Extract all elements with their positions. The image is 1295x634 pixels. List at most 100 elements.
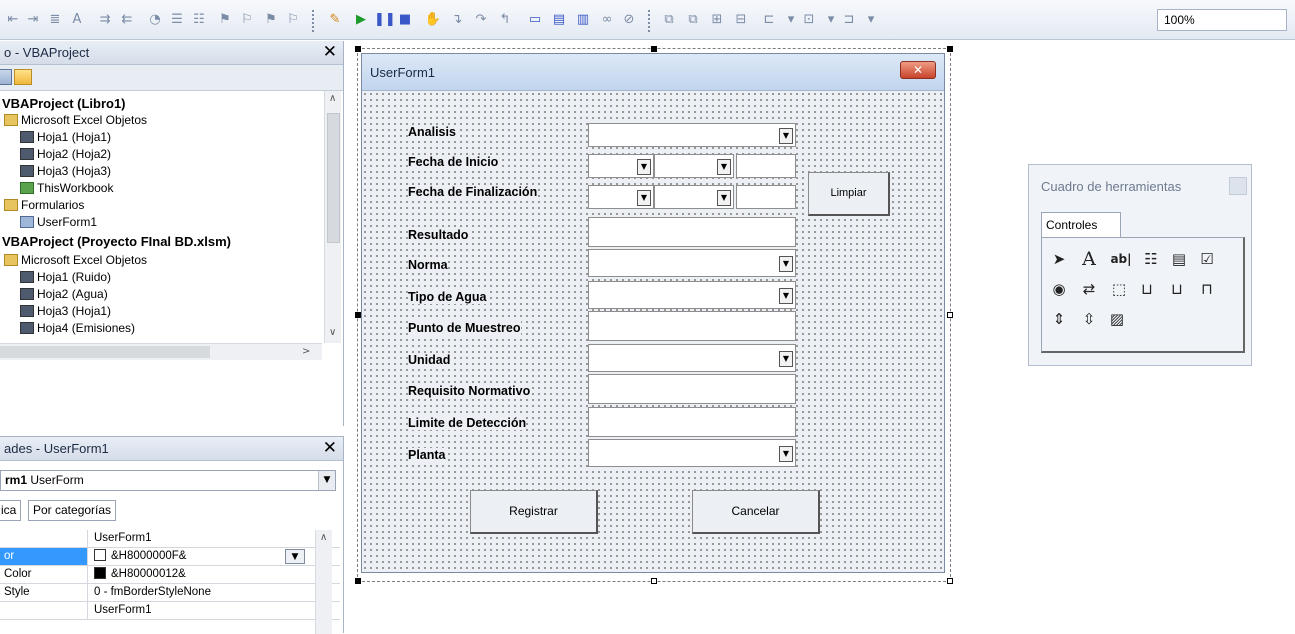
vertical-scrollbar[interactable]: ∧ ∨ [324,91,341,343]
run-icon[interactable]: ▶ [352,11,370,29]
toolbar-grip[interactable] [648,10,653,32]
step-into-icon[interactable]: ↴ [448,11,466,29]
resize-handle[interactable] [355,46,361,52]
stop-icon[interactable]: ■ [396,11,414,29]
tab-categorized[interactable]: Por categorías [28,500,117,521]
resize-handle[interactable] [947,312,953,318]
property-row[interactable]: or &H8000000F& ▼ [0,548,340,566]
bring-to-front-icon[interactable]: ⧉ [660,11,678,29]
chevron-down-icon[interactable]: ▾ [782,11,800,29]
combo-planta[interactable]: ▼ [588,439,796,467]
pause-icon[interactable]: ❚❚ [374,11,396,29]
indent-block-icon[interactable]: ⇉ [96,11,114,29]
image-tool-icon[interactable]: ▨ [1106,308,1128,330]
commandbutton-tool-icon[interactable]: ⊔ [1136,278,1158,300]
watch-window-icon[interactable]: ▥ [574,11,592,29]
scroll-right-icon[interactable]: > [302,346,310,357]
property-value[interactable]: &H80000012& [90,566,312,583]
comment-block-icon[interactable]: ☰ [168,11,186,29]
select-objects-icon[interactable]: ➤ [1048,248,1070,270]
breakpoint-icon[interactable]: ✋ [424,11,442,29]
tree-item[interactable]: Hoja3 (Hoja1) [20,303,111,320]
userform-window[interactable]: UserForm1 ✕ Analisis ▼ Fecha de Inicio ▼… [361,53,945,573]
tree-item[interactable]: Hoja4 (Emisiones) [20,320,135,337]
tree-item[interactable]: Hoja2 (Hoja2) [20,146,111,163]
tabstrip-tool-icon[interactable]: ⊔ [1166,278,1188,300]
close-icon[interactable]: ✕ [323,42,337,62]
tree-item[interactable]: Microsoft Excel Objetos [4,252,147,269]
chevron-down-icon[interactable]: ▾ [822,11,840,29]
registrar-button[interactable]: Registrar [470,490,598,534]
input-ano-fin[interactable] [736,185,796,209]
optionbutton-tool-icon[interactable]: ◉ [1048,278,1070,300]
chevron-down-icon[interactable]: ▼ [637,190,651,206]
frame-tool-icon[interactable]: ⬚ [1108,278,1130,300]
chevron-down-icon[interactable]: ▼ [318,471,335,490]
combo-analisis[interactable]: ▼ [588,123,796,147]
close-icon[interactable]: ✕ [323,438,337,458]
combobox-tool-icon[interactable]: ☷ [1140,248,1162,270]
togglebutton-tool-icon[interactable]: ⇄ [1078,278,1100,300]
combo-unidad[interactable]: ▼ [588,344,796,372]
tree-item[interactable]: Hoja1 (Hoja1) [20,129,111,146]
tree-item[interactable]: Hoja2 (Agua) [20,286,108,303]
tree-item[interactable]: ThisWorkbook [20,180,113,197]
align-icon[interactable]: ⊏ [760,11,778,29]
resize-handle[interactable] [947,46,953,52]
locals-window-icon[interactable]: ▭ [526,11,544,29]
cancelar-button[interactable]: Cancelar [692,490,820,534]
combo-dia-fin[interactable]: ▼ [588,185,654,209]
resize-handle[interactable] [355,578,361,584]
listbox-tool-icon[interactable]: ▤ [1168,248,1190,270]
view-object-button[interactable] [0,69,12,85]
tree-item[interactable]: Microsoft Excel Objetos [4,112,147,129]
property-row[interactable]: UserForm1 [0,530,340,548]
object-selector[interactable]: rm1 UserForm ▼ [0,470,336,491]
scroll-thumb[interactable] [0,346,210,358]
uncomment-block-icon[interactable]: ☷ [190,11,208,29]
next-bookmark-icon[interactable]: ⚐ [238,11,256,29]
ungroup-icon[interactable]: ⊟ [732,11,750,29]
chevron-down-icon[interactable]: ▼ [779,128,793,144]
scroll-down-icon[interactable]: ∨ [329,327,336,338]
scroll-up-icon[interactable]: ∧ [320,532,327,543]
toggle-breakpoint-icon[interactable]: ◔ [146,11,164,29]
step-over-icon[interactable]: ↷ [472,11,490,29]
design-mode-icon[interactable]: ✎ [326,11,344,29]
property-row[interactable]: Color &H80000012& [0,566,340,584]
outdent-icon[interactable]: ⇥ [24,11,42,29]
step-out-icon[interactable]: ↰ [496,11,514,29]
combo-mes-fin[interactable]: ▼ [654,185,734,209]
indent-icon[interactable]: ⇤ [4,11,22,29]
limpiar-button[interactable]: Limpiar [808,172,890,216]
outdent-block-icon[interactable]: ⇇ [118,11,136,29]
tree-item[interactable]: VBAProject (Libro1) [2,95,126,112]
close-icon[interactable]: ✕ [900,61,936,79]
toolbox-window[interactable]: Cuadro de herramientas Controles ➤ A ab|… [1028,164,1252,366]
property-value[interactable]: 0 - fmBorderStyleNone [90,584,312,601]
input-ano-inicio[interactable] [736,154,796,178]
chevron-down-icon[interactable]: ▼ [717,190,731,206]
center-icon[interactable]: ⊡ [800,11,818,29]
property-value[interactable]: UserForm1 [90,530,312,547]
quick-info-icon[interactable]: A [68,11,86,29]
clear-bookmarks-icon[interactable]: ⚐ [284,11,302,29]
group-icon[interactable]: ⊞ [708,11,726,29]
send-to-back-icon[interactable]: ⧉ [684,11,702,29]
quick-watch-icon[interactable]: ∞ [598,11,616,29]
chevron-down-icon[interactable]: ▾ [862,11,880,29]
tree-item[interactable]: VBAProject (Proyecto FInal BD.xlsm) [2,233,231,250]
chevron-down-icon[interactable]: ▼ [779,446,793,462]
bookmark-icon[interactable]: ⚑ [216,11,234,29]
chevron-down-icon[interactable]: ▼ [285,549,305,564]
tree-item[interactable]: Hoja3 (Hoja3) [20,163,111,180]
zoom-combo[interactable]: 100% [1157,9,1287,31]
combo-norma[interactable]: ▼ [588,249,796,277]
vertical-scrollbar[interactable]: ∧ [315,530,332,634]
chevron-down-icon[interactable]: ▼ [637,159,651,175]
property-row[interactable]: Style 0 - fmBorderStyleNone [0,584,340,602]
input-resultado[interactable] [588,217,796,247]
resize-handle[interactable] [651,46,657,52]
tab-alphabetic[interactable]: ica [0,500,22,521]
spinbutton-tool-icon[interactable]: ⇳ [1078,308,1100,330]
